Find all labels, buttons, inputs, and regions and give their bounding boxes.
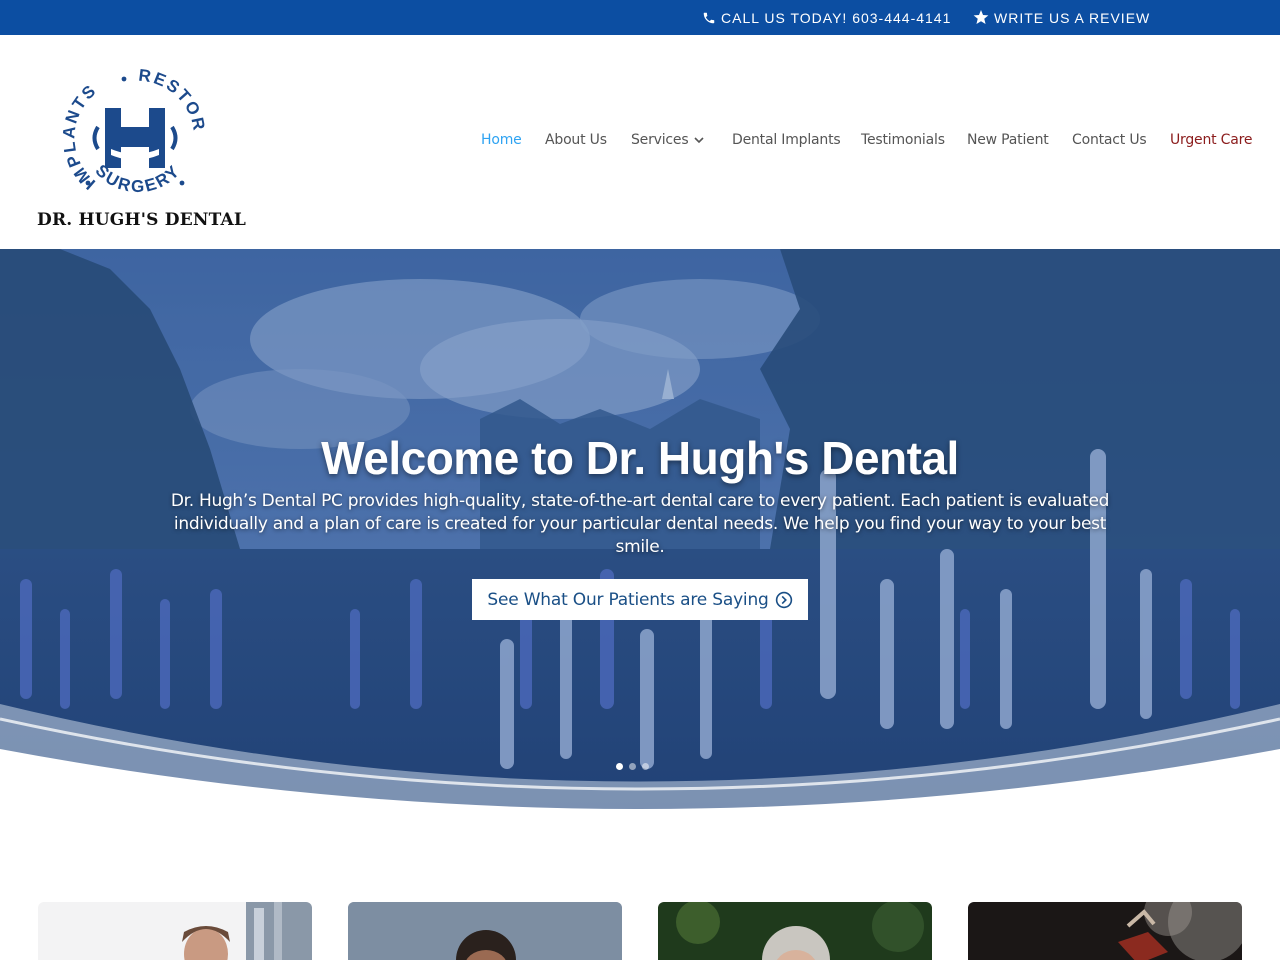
hero-description: Dr. Hugh’s Dental PC provides high-quali… [170, 491, 1110, 557]
team-photo-4 [968, 902, 1242, 960]
nav-new-patient[interactable]: New Patient [967, 132, 1049, 148]
phone-icon [703, 12, 715, 23]
logo-title: DR. HUGH'S DENTAL [37, 210, 247, 230]
star-icon [973, 10, 989, 25]
hero-title: Welcome to Dr. Hugh's Dental [321, 432, 959, 484]
logo-ring-top: RESTORATIVE [36, 55, 207, 134]
call-us-link[interactable]: CALL US TODAY! 603-444-4141 [702, 0, 951, 35]
team-photo-2 [348, 902, 622, 960]
see-testimonials-label: See What Our Patients are Saying [487, 589, 769, 610]
nav-home[interactable]: Home [481, 132, 522, 148]
dental-logo[interactable]: RESTORATIVE IMPLANTS SURGERY [36, 55, 236, 235]
nav-testimonials[interactable]: Testimonials [861, 132, 945, 148]
team-card-2[interactable] [348, 902, 622, 960]
team-card-1[interactable] [38, 902, 312, 960]
nav-services-label: Services [631, 132, 689, 148]
slider-dots [616, 763, 649, 770]
nav-urgent-care[interactable]: Urgent Care [1170, 132, 1252, 148]
slide-dot-2[interactable] [629, 763, 636, 770]
chevron-down-icon [694, 136, 705, 143]
team-photo-3 [658, 902, 932, 960]
nav-services[interactable]: Services [631, 132, 705, 148]
nav-about-us[interactable]: About Us [545, 132, 607, 148]
write-review-link[interactable]: WRITE US A REVIEW [973, 0, 1150, 35]
hero-slider: Welcome to Dr. Hugh's Dental Dr. Hugh’s … [0, 249, 1280, 809]
slide-dot-3[interactable] [642, 763, 649, 770]
see-testimonials-button[interactable]: See What Our Patients are Saying [472, 579, 808, 620]
site-header: RESTORATIVE IMPLANTS SURGERY DR. HUGH'S … [0, 35, 1280, 249]
arrow-circle-right-icon [775, 591, 792, 608]
svg-text:RESTORATIVE: RESTORATIVE [36, 55, 209, 134]
team-photo-1 [38, 902, 312, 960]
top-bar: CALL US TODAY! 603-444-4141 WRITE US A R… [0, 0, 1280, 35]
slide-dot-1[interactable] [616, 763, 623, 770]
nav-contact-us[interactable]: Contact Us [1072, 132, 1147, 148]
nav-dental-implants[interactable]: Dental Implants [732, 132, 841, 148]
team-card-4[interactable] [968, 902, 1242, 960]
team-card-3[interactable] [658, 902, 932, 960]
write-review-text: WRITE US A REVIEW [994, 9, 1151, 26]
call-us-text: CALL US TODAY! 603-444-4141 [721, 9, 952, 26]
